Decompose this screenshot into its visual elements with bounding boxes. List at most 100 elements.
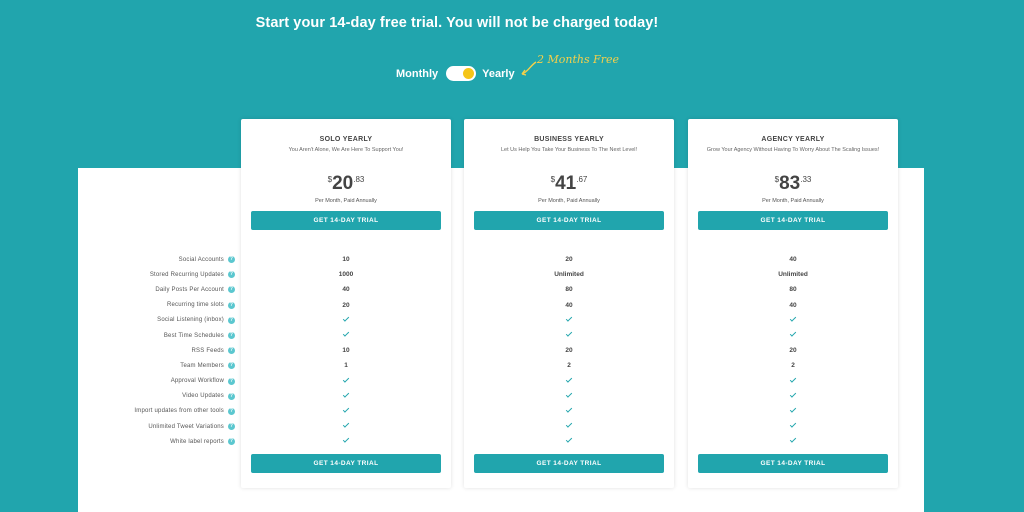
feature-label-text: Social Accounts <box>178 256 224 263</box>
feature-label: Team Members? <box>95 358 235 373</box>
feature-label: Approval Workflow? <box>95 374 235 389</box>
price-cents: .83 <box>353 175 365 184</box>
feature-check-cell <box>688 404 898 419</box>
help-icon[interactable]: ? <box>228 407 235 415</box>
feature-check-cell <box>464 328 674 343</box>
feature-value: 20 <box>565 256 573 263</box>
help-icon[interactable]: ? <box>228 316 235 324</box>
page-headline: Start your 14-day free trial. You will n… <box>255 15 659 31</box>
feature-value: 20 <box>789 347 797 355</box>
billing-note: Per Month, Paid Annually <box>538 198 600 204</box>
plan-price: $83.33 <box>688 173 898 195</box>
start-trial-button-bottom[interactable]: GET 14-DAY TRIAL <box>698 454 888 473</box>
plan-subtitle: You Aren't Alone, We Are Here To Support… <box>288 147 404 153</box>
feature-check-cell <box>241 419 451 434</box>
help-icon[interactable]: ? <box>228 286 235 294</box>
feature-check-cell <box>464 389 674 404</box>
feature-check-cell <box>464 434 674 449</box>
feature-label-text: Recurring time slots <box>166 302 224 309</box>
check-icon <box>565 436 573 443</box>
feature-check-cell <box>464 313 674 328</box>
billing-toggle[interactable] <box>446 66 477 81</box>
check-icon <box>789 375 797 383</box>
feature-value: 40 <box>565 301 573 309</box>
plan-values: 10 1000 40 20 10 1 <box>241 252 451 449</box>
feature-value: 10 <box>342 347 350 355</box>
feature-check-cell <box>688 389 898 404</box>
check-icon <box>789 436 797 443</box>
feature-check-cell <box>241 434 451 449</box>
feature-value: 20 <box>565 347 573 355</box>
plan-card-solo: SOLO YEARLY You Aren't Alone, We Are Here… <box>241 119 451 488</box>
price-integer: 41 <box>555 173 577 194</box>
start-trial-button-bottom[interactable]: GET 14-DAY TRIAL <box>251 454 441 473</box>
yearly-label[interactable]: Yearly <box>482 68 514 80</box>
help-icon[interactable]: ? <box>228 256 235 264</box>
check-icon <box>565 375 573 383</box>
start-trial-button-bottom[interactable]: GET 14-DAY TRIAL <box>474 454 664 473</box>
feature-list: Social Accounts? Stored Recurring Updates… <box>95 252 235 449</box>
check-icon <box>789 406 797 413</box>
price-currency: $ <box>327 175 333 184</box>
start-trial-button[interactable]: GET 14-DAY TRIAL <box>251 211 441 230</box>
check-icon <box>789 330 797 337</box>
feature-label-text: Stored Recurring Updates <box>149 271 224 278</box>
feature-value: 2 <box>567 362 571 370</box>
feature-check-cell <box>688 328 898 343</box>
feature-value: 10 <box>342 256 350 263</box>
check-icon <box>565 315 573 322</box>
price-cents: .33 <box>800 175 812 184</box>
help-icon[interactable]: ? <box>228 423 235 431</box>
feature-label-text: Best Time Schedules <box>163 332 224 339</box>
price-currency: $ <box>550 175 556 184</box>
feature-label: Unlimited Tweet Variations? <box>95 419 235 434</box>
check-icon <box>342 375 350 383</box>
feature-check-cell <box>688 374 898 389</box>
help-icon[interactable]: ? <box>228 271 235 279</box>
help-icon[interactable]: ? <box>228 362 235 370</box>
check-icon <box>342 406 350 413</box>
help-icon[interactable]: ? <box>228 438 235 446</box>
help-icon[interactable]: ? <box>228 347 235 355</box>
feature-value: 40 <box>789 256 797 263</box>
feature-value: 2 <box>791 362 795 370</box>
feature-label: Import updates from other tools? <box>95 404 235 419</box>
feature-label: Social Accounts? <box>95 252 235 267</box>
start-trial-button[interactable]: GET 14-DAY TRIAL <box>698 211 888 230</box>
toggle-knob <box>463 68 475 79</box>
billing-toggle-row: Monthly Yearly <box>396 66 515 81</box>
feature-check-cell <box>688 313 898 328</box>
plan-card-business: BUSINESS YEARLY Let Us Help You Take Your… <box>464 119 674 488</box>
feature-value: 1 <box>344 362 348 370</box>
check-icon <box>342 436 350 443</box>
feature-label: Stored Recurring Updates? <box>95 267 235 282</box>
price-integer: 83 <box>779 173 801 194</box>
price-cents: .67 <box>576 175 588 184</box>
check-icon <box>565 406 573 413</box>
feature-label-text: Video Updates <box>182 393 224 400</box>
feature-label: Video Updates? <box>95 389 235 404</box>
help-icon[interactable]: ? <box>228 301 235 309</box>
help-icon[interactable]: ? <box>228 392 235 400</box>
check-icon <box>565 330 573 337</box>
feature-label-text: Team Members <box>180 362 224 369</box>
feature-label-text: Social Listening (inbox) <box>157 317 224 324</box>
feature-label-text: RSS Feeds <box>191 347 224 354</box>
check-icon <box>789 421 797 428</box>
monthly-label[interactable]: Monthly <box>396 68 438 80</box>
feature-label: White label reports? <box>95 434 235 449</box>
plan-card-agency: AGENCY YEARLY Grow Your Agency Without Ha… <box>688 119 898 488</box>
feature-label: Best Time Schedules? <box>95 328 235 343</box>
plan-title: AGENCY YEARLY <box>761 136 825 143</box>
check-icon <box>342 330 350 337</box>
check-icon <box>342 315 350 322</box>
check-icon <box>342 391 350 398</box>
feature-check-cell <box>241 389 451 404</box>
help-icon[interactable]: ? <box>228 332 235 340</box>
feature-check-cell <box>688 419 898 434</box>
feature-check-cell <box>241 313 451 328</box>
start-trial-button[interactable]: GET 14-DAY TRIAL <box>474 211 664 230</box>
feature-label: Social Listening (inbox)? <box>95 313 235 328</box>
promo-badge: 2 Months Free <box>537 53 620 66</box>
help-icon[interactable]: ? <box>228 377 235 385</box>
